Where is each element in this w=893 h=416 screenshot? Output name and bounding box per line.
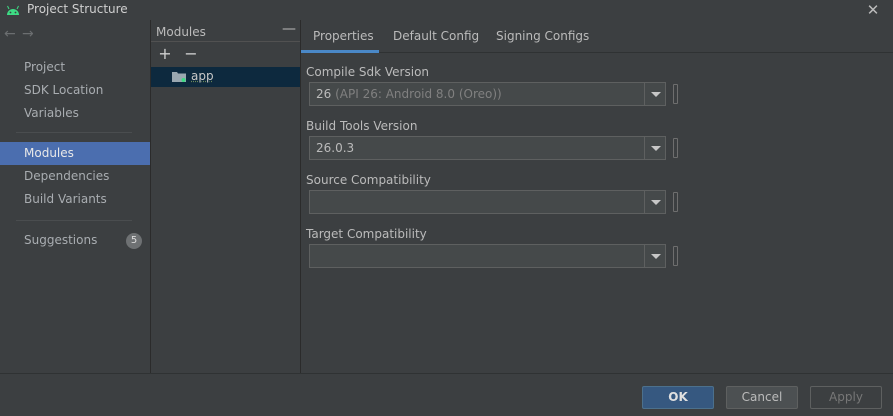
compile-sdk-value: 26 (API 26: Android 8.0 (Oreo)) bbox=[316, 87, 502, 101]
apply-button[interactable]: Apply bbox=[810, 386, 882, 409]
sidebar-divider bbox=[16, 132, 132, 133]
back-arrow-icon[interactable]: ← bbox=[4, 26, 22, 42]
sidebar: ← → Project SDK Location Variables Module… bbox=[0, 20, 150, 373]
dialog-footer: OK Cancel Apply bbox=[0, 373, 893, 416]
sidebar-item-dependencies[interactable]: Dependencies bbox=[0, 165, 150, 188]
compile-sdk-label: Compile Sdk Version bbox=[306, 65, 430, 79]
source-compat-dropdown[interactable] bbox=[309, 190, 666, 214]
tab-default-config[interactable]: Default Config bbox=[393, 20, 479, 53]
tab-signing-configs[interactable]: Signing Configs bbox=[496, 20, 589, 53]
build-tools-value: 26.0.3 bbox=[316, 141, 355, 155]
field-handle[interactable] bbox=[673, 138, 678, 158]
modules-panel: Modules — + − app bbox=[150, 20, 301, 373]
module-folder-icon bbox=[172, 72, 186, 82]
build-tools-dropdown[interactable]: 26.0.3 bbox=[309, 136, 666, 160]
sidebar-item-variables[interactable]: Variables bbox=[0, 102, 150, 125]
close-icon[interactable]: ✕ bbox=[864, 1, 882, 19]
sidebar-item-label: Suggestions bbox=[24, 233, 98, 247]
tab-bar: Properties Default Config Signing Config… bbox=[301, 20, 893, 53]
module-list-item[interactable]: app bbox=[151, 67, 300, 87]
target-compat-dropdown[interactable] bbox=[309, 244, 666, 268]
compile-sdk-dropdown[interactable]: 26 (API 26: Android 8.0 (Oreo)) bbox=[309, 82, 666, 106]
field-handle[interactable] bbox=[673, 246, 678, 266]
tab-properties[interactable]: Properties bbox=[301, 20, 379, 53]
add-module-icon[interactable]: + bbox=[157, 44, 173, 63]
header-divider bbox=[151, 41, 300, 42]
forward-arrow-icon[interactable]: → bbox=[22, 26, 40, 42]
suggestions-count-badge: 5 bbox=[126, 233, 142, 249]
chevron-down-icon[interactable] bbox=[644, 83, 665, 105]
sidebar-divider bbox=[16, 220, 132, 221]
chevron-down-icon[interactable] bbox=[644, 245, 665, 267]
sidebar-item-sdk-location[interactable]: SDK Location bbox=[0, 79, 150, 102]
history-nav: ← → bbox=[4, 26, 40, 42]
compile-sdk-hint: (API 26: Android 8.0 (Oreo)) bbox=[335, 87, 502, 101]
module-label: app bbox=[191, 69, 214, 83]
field-handle[interactable] bbox=[673, 84, 678, 104]
module-settings: Properties Default Config Signing Config… bbox=[301, 20, 893, 373]
ok-button[interactable]: OK bbox=[642, 386, 714, 409]
sidebar-item-suggestions[interactable]: Suggestions 5 bbox=[0, 229, 150, 252]
remove-module-icon[interactable]: − bbox=[183, 44, 199, 63]
sidebar-item-build-variants[interactable]: Build Variants bbox=[0, 188, 150, 211]
sidebar-item-modules[interactable]: Modules bbox=[0, 142, 150, 165]
modules-panel-header: Modules bbox=[156, 25, 206, 39]
field-handle[interactable] bbox=[673, 192, 678, 212]
source-compat-label: Source Compatibility bbox=[306, 173, 431, 187]
android-icon bbox=[7, 5, 19, 15]
sidebar-item-project[interactable]: Project bbox=[0, 56, 150, 79]
target-compat-label: Target Compatibility bbox=[306, 227, 427, 241]
cancel-button[interactable]: Cancel bbox=[726, 386, 798, 409]
compile-sdk-selected: 26 bbox=[316, 87, 332, 101]
title-bar: Project Structure ✕ bbox=[0, 0, 893, 20]
build-tools-label: Build Tools Version bbox=[306, 119, 418, 133]
collapse-icon[interactable]: — bbox=[282, 21, 296, 37]
window-title: Project Structure bbox=[27, 2, 128, 16]
chevron-down-icon[interactable] bbox=[644, 137, 665, 159]
chevron-down-icon[interactable] bbox=[644, 191, 665, 213]
